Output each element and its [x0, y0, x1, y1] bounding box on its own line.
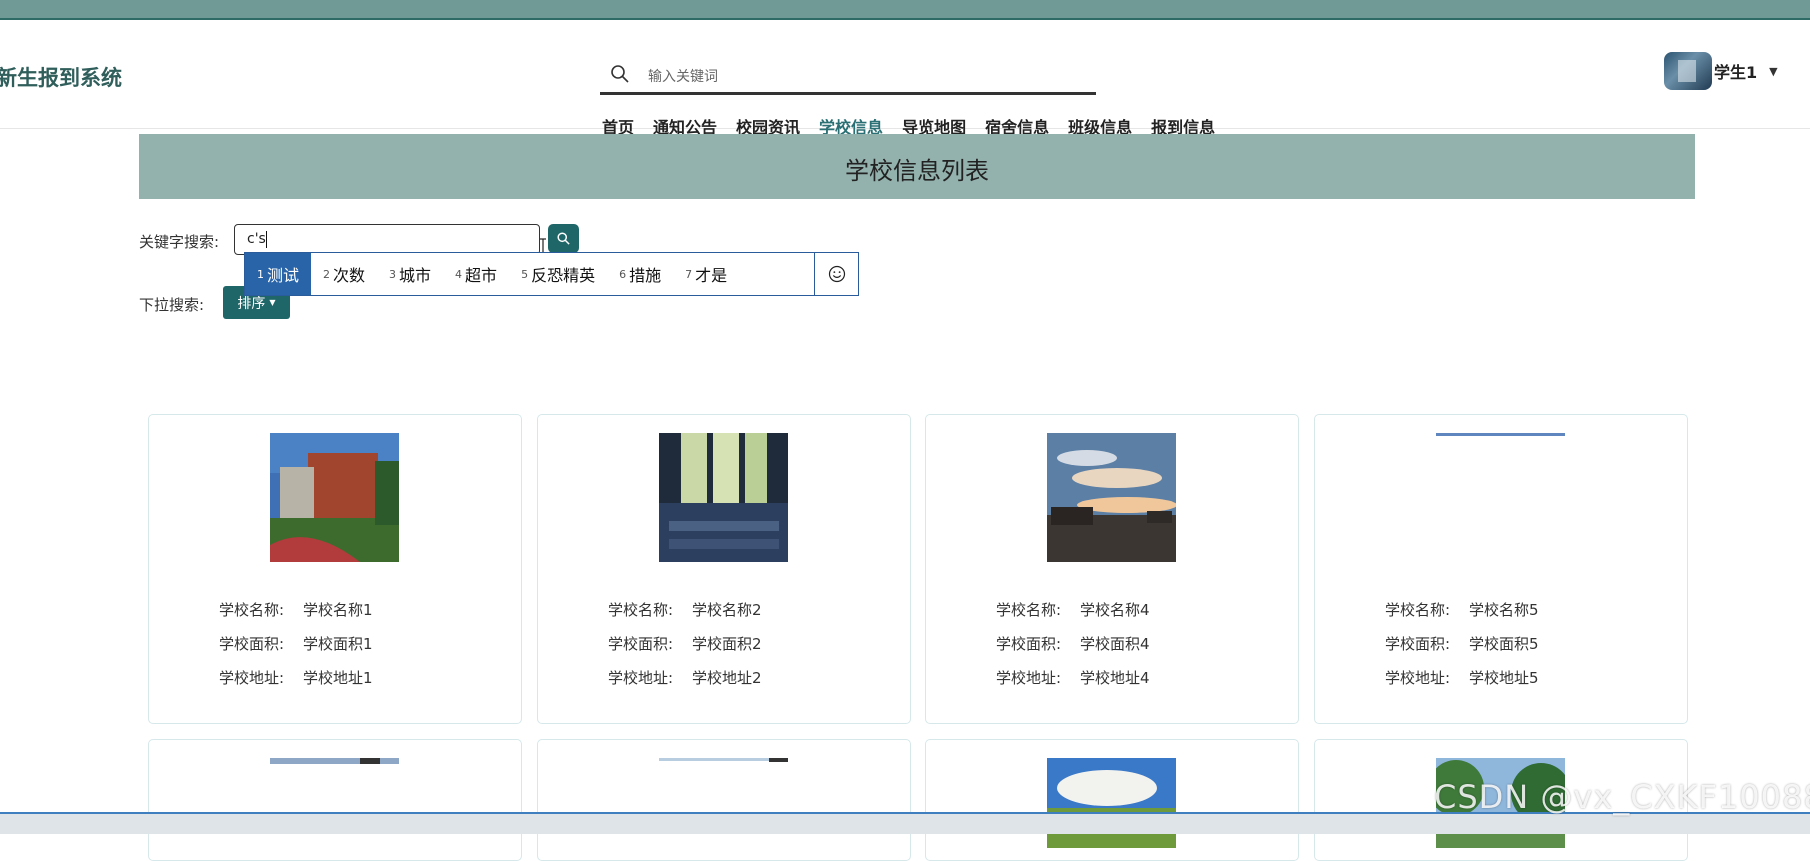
ime-candidate[interactable]: 6 措施 — [607, 253, 673, 295]
candidate-number: 7 — [685, 267, 693, 281]
school-area: 学校面积1 — [303, 635, 373, 653]
field-label: 学校名称: — [608, 601, 674, 619]
school-image — [659, 758, 788, 762]
school-address: 学校地址1 — [303, 669, 373, 687]
school-address: 学校地址2 — [692, 669, 762, 687]
school-image — [1047, 433, 1176, 562]
field-label: 学校地址: — [608, 669, 674, 687]
field-label: 学校地址: — [219, 669, 285, 687]
page-title: 学校信息列表 — [845, 157, 989, 185]
candidate-text: 测试 — [267, 266, 300, 285]
header-search[interactable]: 输入关键词 — [600, 58, 1096, 95]
field-label: 学校名称: — [996, 601, 1062, 619]
candidate-text: 次数 — [333, 266, 366, 285]
school-card[interactable]: 学校名称: 学校名称5 学校面积: 学校面积5 学校地址: 学校地址5 — [1314, 414, 1688, 724]
school-area: 学校面积5 — [1469, 635, 1539, 653]
ime-candidate[interactable]: 1 测试 — [245, 253, 312, 295]
school-address-row: 学校地址: 学校地址4 — [996, 667, 1150, 688]
keyword-search-button[interactable] — [548, 224, 579, 253]
candidate-text: 反恐精英 — [531, 266, 596, 285]
school-area-row: 学校面积: 学校面积2 — [608, 633, 762, 654]
school-card[interactable]: 学校名称: 学校名称2 学校面积: 学校面积2 学校地址: 学校地址2 — [537, 414, 911, 724]
school-image — [1436, 433, 1565, 436]
school-name-row: 学校名称: 学校名称1 — [219, 599, 373, 620]
ime-candidate[interactable]: 3 城市 — [377, 253, 443, 295]
candidate-number: 5 — [521, 267, 529, 281]
search-input[interactable]: 输入关键词 — [648, 66, 718, 86]
school-card[interactable] — [925, 739, 1299, 861]
site-header: 新生报到系统 输入关键词 学生1 ▼ 首页 通知公告 校园资讯 学校信息 导览地… — [0, 20, 1810, 137]
smiley-icon — [828, 265, 845, 283]
school-card[interactable] — [148, 739, 522, 861]
school-name-row: 学校名称: 学校名称2 — [608, 599, 762, 620]
school-area-row: 学校面积: 学校面积4 — [996, 633, 1150, 654]
browser-top-strip — [0, 0, 1810, 20]
candidate-number: 4 — [455, 267, 463, 281]
site-title[interactable]: 新生报到系统 — [0, 62, 122, 92]
school-card[interactable]: 学校名称: 学校名称1 学校面积: 学校面积1 学校地址: 学校地址1 — [148, 414, 522, 724]
candidate-number: 6 — [619, 267, 627, 281]
ime-candidate[interactable]: 7 才是 — [673, 253, 739, 295]
ime-candidate-window: 1 测试 2 次数 3 城市 4 超市 5 反恐精英 6 措施 7 才是 — [244, 252, 859, 296]
text-cursor — [266, 231, 267, 248]
keyword-search-label: 关键字搜索: — [139, 233, 220, 251]
school-address: 学校地址5 — [1469, 669, 1539, 687]
field-label: 学校名称: — [219, 601, 285, 619]
ime-candidate[interactable]: 5 反恐精英 — [509, 253, 607, 295]
caret-down-icon: ▼ — [269, 298, 276, 307]
school-card[interactable]: 学校名称: 学校名称4 学校面积: 学校面积4 学校地址: 学校地址4 — [925, 414, 1299, 724]
school-card[interactable] — [537, 739, 911, 861]
school-area: 学校面积2 — [692, 635, 762, 653]
user-name[interactable]: 学生1 — [1714, 59, 1757, 83]
candidate-text: 超市 — [465, 266, 498, 285]
school-name: 学校名称2 — [692, 601, 762, 619]
field-label: 学校面积: — [1385, 635, 1451, 653]
school-name: 学校名称1 — [303, 601, 373, 619]
field-label: 学校名称: — [1385, 601, 1451, 619]
avatar[interactable] — [1664, 52, 1712, 90]
chevron-down-icon[interactable]: ▼ — [1769, 65, 1777, 78]
field-label: 学校地址: — [1385, 669, 1451, 687]
user-menu[interactable]: 学生1 ▼ — [1664, 52, 1778, 90]
field-label: 学校面积: — [996, 635, 1062, 653]
search-icon — [557, 232, 570, 245]
school-area-row: 学校面积: 学校面积1 — [219, 633, 373, 654]
keyword-value: c's — [247, 231, 266, 247]
ime-candidate[interactable]: 2 次数 — [311, 253, 377, 295]
watermark: CSDN @vx_CXKF10088 — [1434, 778, 1810, 816]
school-name: 学校名称4 — [1080, 601, 1150, 619]
school-area: 学校面积4 — [1080, 635, 1150, 653]
school-name: 学校名称5 — [1469, 601, 1539, 619]
school-address-row: 学校地址: 学校地址5 — [1385, 667, 1539, 688]
candidate-number: 3 — [389, 267, 397, 281]
school-image — [1047, 758, 1176, 848]
ime-candidate[interactable]: 4 超市 — [443, 253, 509, 295]
field-label: 学校面积: — [608, 635, 674, 653]
school-name-row: 学校名称: 学校名称5 — [1385, 599, 1539, 620]
candidate-number: 2 — [323, 267, 331, 281]
candidate-number: 1 — [257, 267, 264, 281]
search-icon — [611, 65, 629, 83]
dropdown-search-label: 下拉搜索: — [139, 296, 205, 314]
keyword-search-input[interactable]: c's — [234, 224, 540, 255]
candidate-text: 才是 — [695, 266, 728, 285]
school-address-row: 学校地址: 学校地址2 — [608, 667, 762, 688]
school-image — [270, 433, 399, 562]
candidate-text: 措施 — [629, 266, 662, 285]
school-image — [659, 433, 788, 562]
school-area-row: 学校面积: 学校面积5 — [1385, 633, 1539, 654]
school-address: 学校地址4 — [1080, 669, 1150, 687]
page-banner: 学校信息列表 — [139, 134, 1695, 199]
field-label: 学校面积: — [219, 635, 285, 653]
school-name-row: 学校名称: 学校名称4 — [996, 599, 1150, 620]
school-address-row: 学校地址: 学校地址1 — [219, 667, 373, 688]
field-label: 学校地址: — [996, 669, 1062, 687]
school-image — [270, 758, 399, 764]
emoji-button[interactable] — [814, 253, 858, 295]
candidate-text: 城市 — [399, 266, 432, 285]
